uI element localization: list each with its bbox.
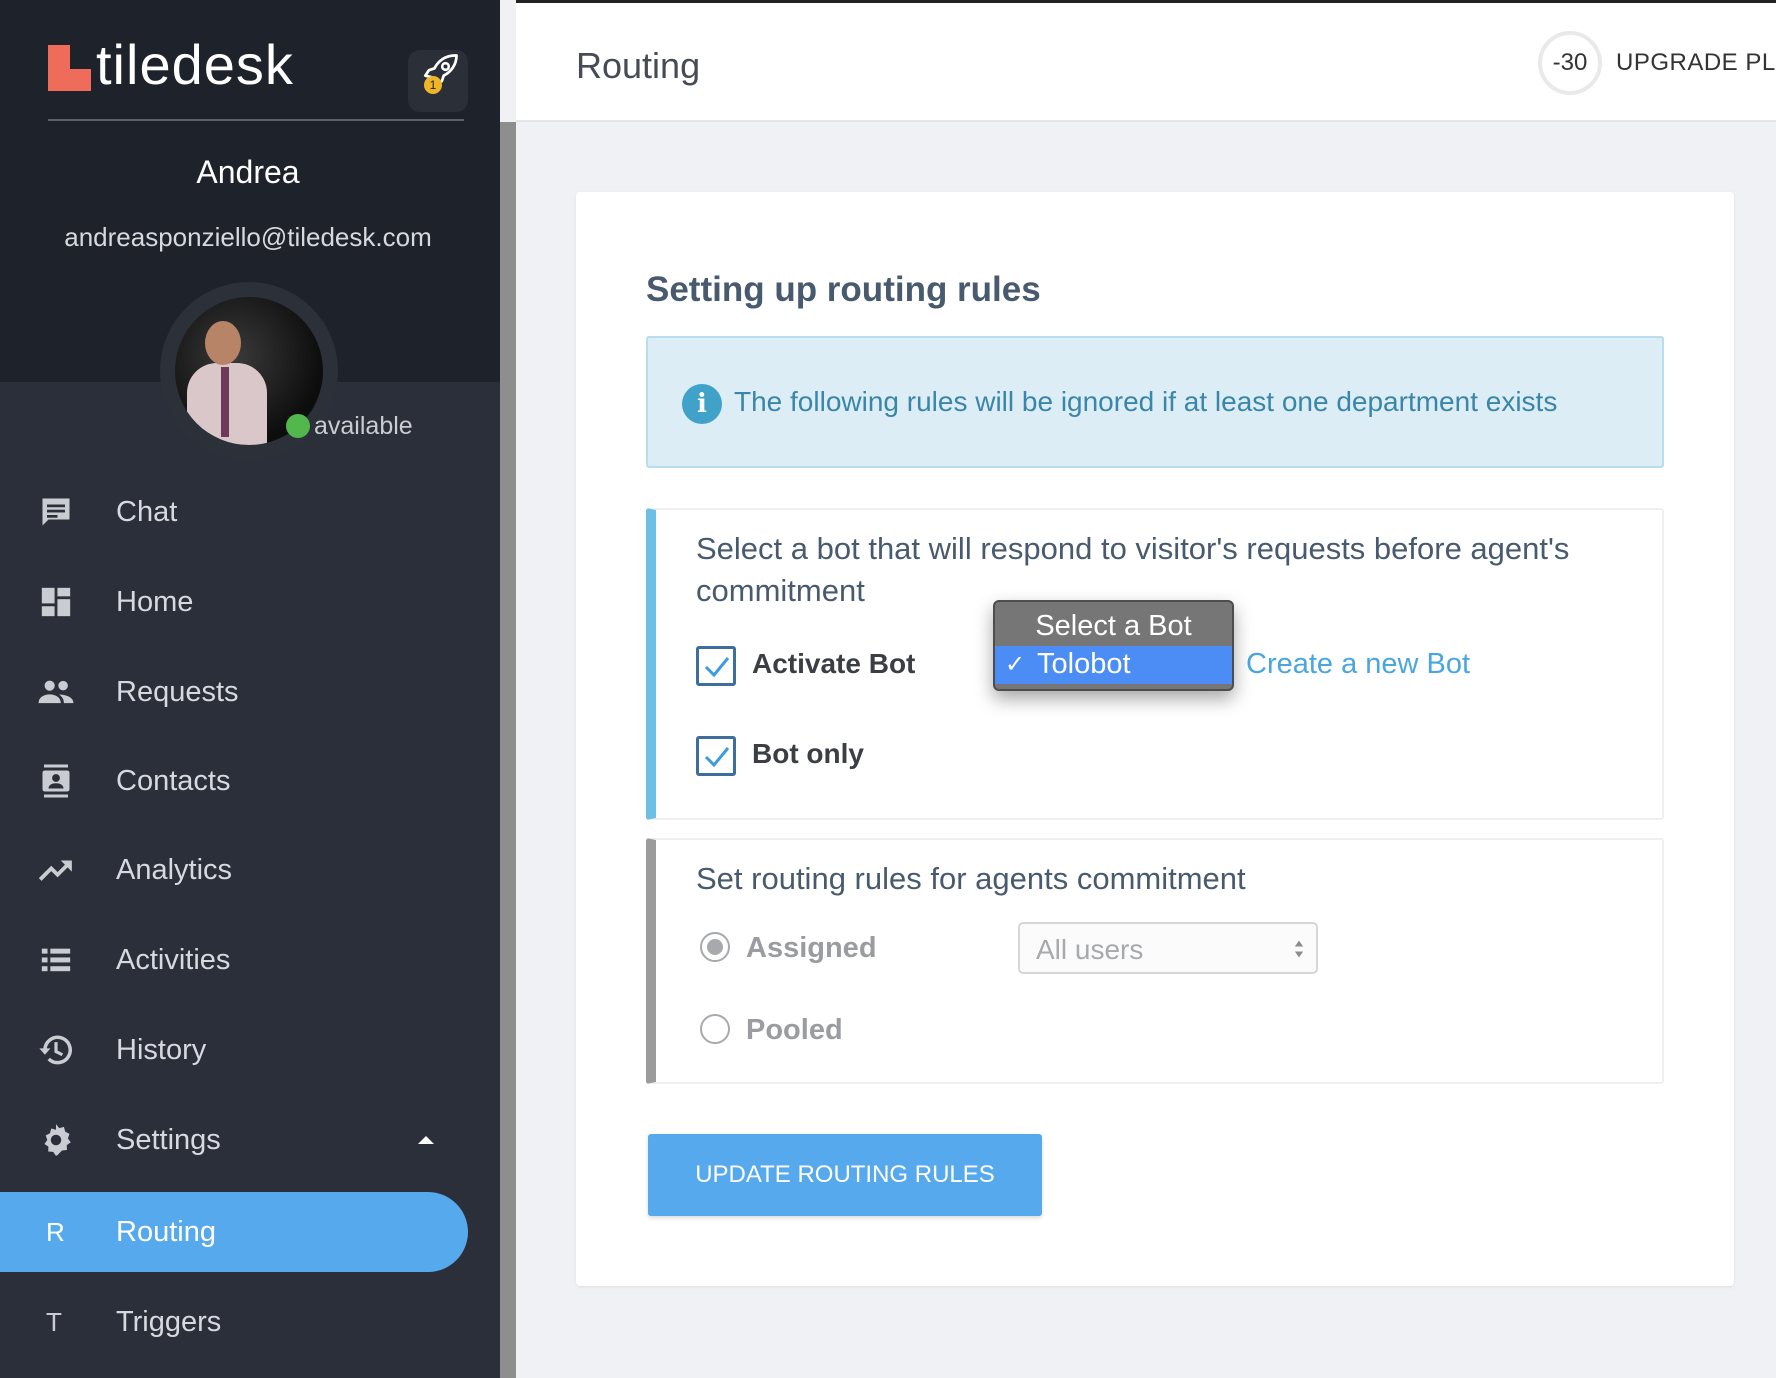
logo-mark-icon (48, 44, 91, 91)
select-arrows-icon (1294, 940, 1304, 958)
info-text: The following rules will be ignored if a… (734, 386, 1558, 417)
notification-badge: 1 (424, 76, 442, 94)
gear-icon (36, 1120, 76, 1160)
chevron-up-icon[interactable] (418, 1136, 434, 1144)
bot-select-dropdown[interactable]: Select a Bot ✓ Tolobot (993, 600, 1234, 691)
status-text[interactable]: available (314, 412, 413, 441)
dashboard-icon (36, 582, 76, 622)
tiledesk-logo[interactable]: tiledesk (48, 33, 294, 97)
contacts-icon (36, 761, 76, 801)
user-email: andreasponziello@tiledesk.com (64, 222, 432, 252)
sidebar-divider (48, 119, 464, 121)
sidebar-item-history[interactable]: History (0, 1010, 470, 1090)
sidebar-item-routing[interactable]: R Routing (0, 1192, 468, 1272)
sidebar-item-contacts[interactable]: Contacts (0, 741, 470, 821)
top-bar: Routing -30 UPGRADE PLA (516, 0, 1776, 122)
dropdown-option-label: Tolobot (1037, 648, 1131, 680)
chat-icon (36, 492, 76, 532)
bot-only-label[interactable]: Bot only (752, 738, 864, 770)
users-select[interactable]: All users (1018, 922, 1318, 974)
sidebar-item-analytics[interactable]: Analytics (0, 830, 470, 910)
check-icon (704, 747, 730, 768)
trial-days-badge[interactable]: -30 (1538, 31, 1602, 95)
dropdown-option-tolobot[interactable]: ✓ Tolobot (995, 646, 1232, 684)
sidebar-item-settings[interactable]: Settings (0, 1100, 470, 1180)
create-bot-link[interactable]: Create a new Bot (1246, 648, 1470, 681)
sidebar-item-triggers[interactable]: T Triggers (0, 1282, 470, 1362)
user-name: Andrea (196, 154, 300, 190)
sidebar-item-requests[interactable]: Requests (0, 652, 470, 732)
assigned-radio[interactable] (700, 932, 730, 962)
activate-bot-checkbox[interactable] (696, 646, 736, 686)
logo-text: tiledesk (96, 33, 294, 96)
sidebar-scrollbar[interactable] (500, 122, 516, 1378)
agent-section-heading: Set routing rules for agents commitment (696, 861, 1246, 896)
info-icon: i (682, 384, 722, 424)
status-dot (286, 414, 310, 438)
routing-card: Setting up routing rules i The following… (576, 192, 1734, 1286)
activate-bot-label[interactable]: Activate Bot (752, 648, 915, 680)
pooled-radio[interactable] (700, 1014, 730, 1044)
users-select-value: All users (1036, 934, 1144, 965)
info-alert: i The following rules will be ignored if… (646, 336, 1664, 468)
trending-up-icon (36, 850, 76, 890)
page-title: Routing (576, 45, 701, 86)
update-routing-rules-button[interactable]: UPDATE ROUTING RULES (648, 1134, 1042, 1216)
sidebar: tiledesk 1 Andrea andreasponziello@tiled… (0, 0, 500, 1378)
rocket-button[interactable]: 1 (408, 50, 468, 112)
dropdown-placeholder-option[interactable]: Select a Bot (995, 610, 1232, 643)
card-title: Setting up routing rules (646, 270, 1041, 309)
people-icon (36, 672, 76, 712)
sidebar-item-activities[interactable]: Activities (0, 920, 470, 1000)
sidebar-item-home[interactable]: Home (0, 562, 470, 642)
list-icon (36, 940, 76, 980)
sidebar-item-chat[interactable]: Chat (0, 472, 470, 552)
history-icon (36, 1030, 76, 1070)
routing-letter: R (46, 1216, 65, 1247)
assigned-label[interactable]: Assigned (746, 932, 877, 965)
checkmark-icon: ✓ (1005, 651, 1026, 678)
check-icon (704, 657, 730, 678)
pooled-label[interactable]: Pooled (746, 1014, 843, 1047)
upgrade-plan-link[interactable]: UPGRADE PLA (1616, 49, 1776, 77)
bot-only-checkbox[interactable] (696, 736, 736, 776)
agent-section: Set routing rules for agents commitment … (646, 838, 1664, 1084)
triggers-letter: T (46, 1306, 62, 1337)
